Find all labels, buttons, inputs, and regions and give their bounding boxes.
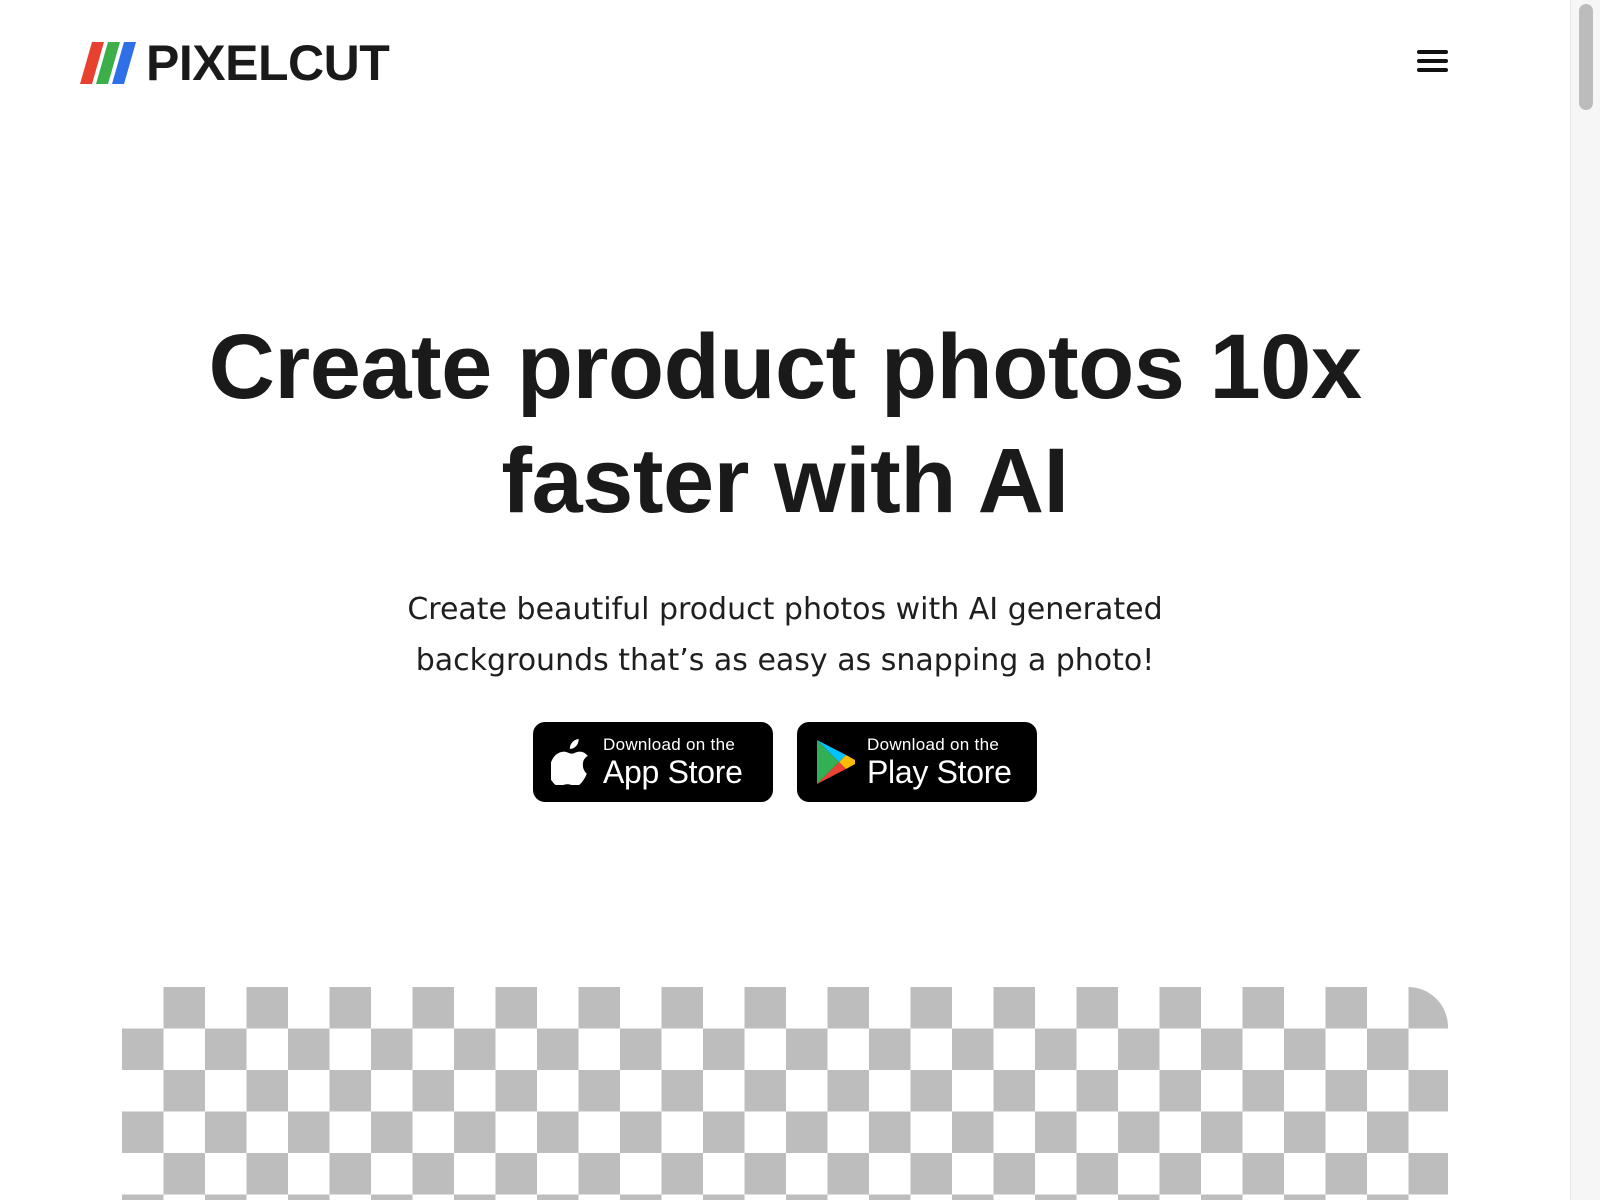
app-store-large-label: App Store bbox=[603, 754, 743, 790]
pixelcut-logo-icon bbox=[80, 42, 136, 84]
scrollbar-thumb[interactable] bbox=[1579, 4, 1593, 110]
google-play-icon bbox=[817, 740, 855, 784]
logo-wordmark: PIXELCUT bbox=[146, 35, 390, 91]
pixelcut-logo[interactable]: PIXELCUT bbox=[80, 35, 390, 91]
play-store-text: Download on the Play Store bbox=[867, 735, 1012, 789]
transparent-image-preview bbox=[122, 987, 1448, 1200]
app-store-button[interactable]: Download on the App Store bbox=[533, 722, 773, 802]
hamburger-menu-button[interactable] bbox=[1410, 44, 1450, 82]
app-store-small-label: Download on the bbox=[603, 735, 736, 754]
app-store-text: Download on the App Store bbox=[603, 735, 743, 789]
play-store-button[interactable]: Download on the Play Store bbox=[797, 722, 1037, 802]
site-header: PIXELCUT bbox=[0, 0, 1570, 130]
hero-title: Create product photos 10x faster with AI bbox=[208, 316, 1362, 532]
store-buttons: Download on the App Store Download on th… bbox=[0, 722, 1570, 802]
hero-subtitle: Create beautiful product photos with AI … bbox=[407, 592, 1163, 678]
vertical-scrollbar[interactable] bbox=[1570, 0, 1600, 1200]
play-store-large-label: Play Store bbox=[867, 754, 1012, 790]
page: PIXELCUT Create product photos 10x faste… bbox=[0, 0, 1600, 1200]
hero-section: Create product photos 10x faster with AI… bbox=[0, 310, 1570, 802]
play-store-small-label: Download on the bbox=[867, 735, 1000, 754]
apple-icon bbox=[551, 739, 588, 785]
